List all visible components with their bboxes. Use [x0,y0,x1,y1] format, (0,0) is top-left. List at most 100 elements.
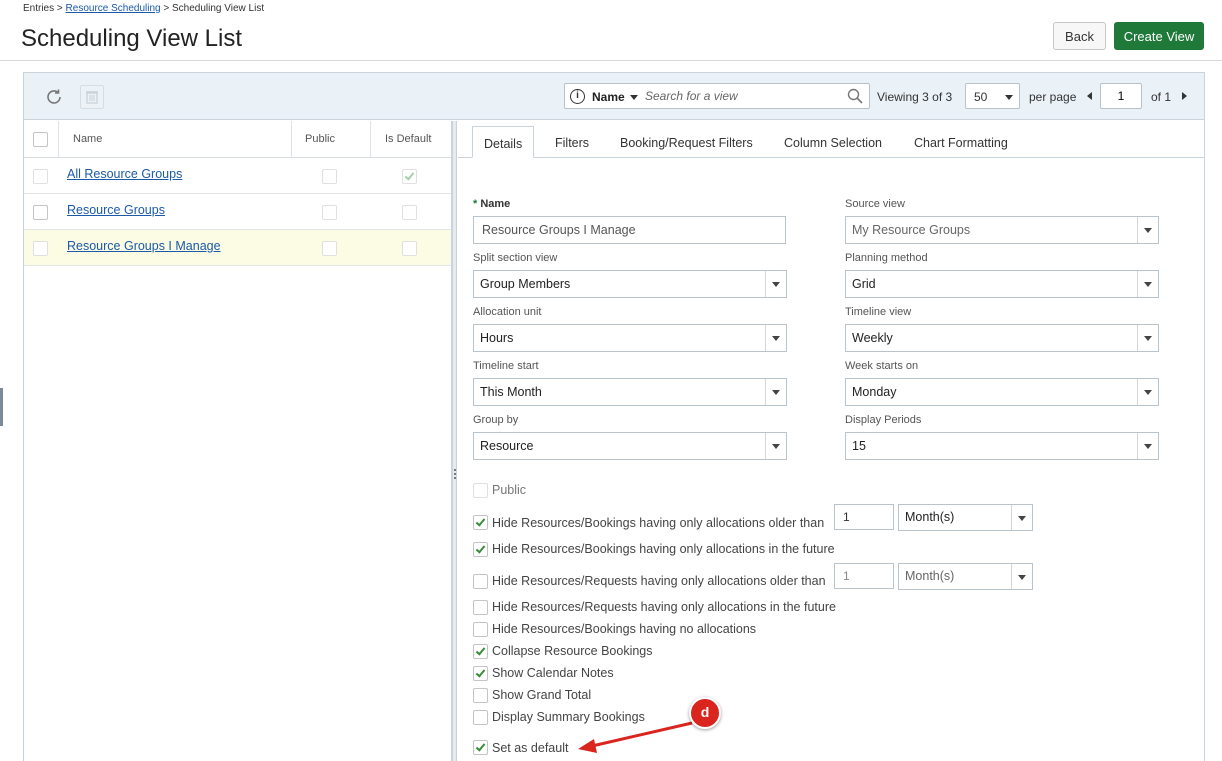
hide-requests-older-checkbox[interactable] [473,574,488,589]
chevron-down-icon[interactable] [1137,379,1158,405]
breadcrumb-link-resource-scheduling[interactable]: Resource Scheduling [66,3,161,14]
hide-bookings-older-checkbox[interactable] [473,515,488,530]
panel-splitter[interactable] [452,121,457,761]
previous-page-icon[interactable] [1087,92,1092,100]
view-link[interactable]: Resource Groups I Manage [67,239,221,253]
breadcrumb-current: Scheduling View List [172,3,265,14]
row-checkbox[interactable] [33,205,48,220]
page-title: Scheduling View List [21,25,243,52]
refresh-icon[interactable] [44,87,64,107]
chevron-down-icon[interactable] [765,433,786,459]
table-row-selected[interactable]: Resource Groups I Manage [24,230,451,266]
list-header: Name Public Is Default [24,121,451,158]
group-by-select[interactable]: Resource [473,432,787,460]
back-button[interactable]: Back [1053,22,1106,50]
chevron-down-icon[interactable] [1137,433,1158,459]
chevron-down-icon[interactable] [765,271,786,297]
search-input[interactable] [645,87,845,105]
planning-method-select[interactable]: Grid [845,270,1159,298]
public-checkbox [322,241,337,256]
planning-method-label: Planning method [845,252,928,264]
tab-filters[interactable]: Filters [555,126,589,158]
per-page-select[interactable]: 50 [965,83,1020,109]
hide-bookings-future-checkbox[interactable] [473,542,488,557]
tab-booking-request-filters[interactable]: Booking/Request Filters [620,126,753,158]
timeline-view-select[interactable]: Weekly [845,324,1159,352]
bookings-older-unit-select[interactable]: Month(s) [898,504,1033,531]
search-field-selector[interactable]: Name [592,90,625,104]
column-header-name[interactable]: Name [73,133,102,145]
hide-no-allocations-checkbox[interactable] [473,622,488,637]
display-summary-checkbox[interactable] [473,710,488,725]
delete-button[interactable] [80,85,104,109]
week-starts-select[interactable]: Monday [845,378,1159,406]
table-row[interactable]: All Resource Groups [24,158,451,194]
check-icon [475,543,486,554]
per-page-value: 50 [974,90,988,104]
side-edge-handle[interactable] [0,388,3,426]
chevron-down-icon[interactable] [1011,505,1032,530]
search-icon[interactable] [847,88,863,104]
display-periods-value: 15 [852,439,866,453]
allocation-unit-select[interactable]: Hours [473,324,787,352]
tab-column-selection[interactable]: Column Selection [784,126,882,158]
chevron-down-icon[interactable] [1011,564,1032,589]
column-header-public[interactable]: Public [305,133,335,145]
chevron-down-icon[interactable] [630,95,638,100]
requests-older-unit-select[interactable]: Month(s) [898,563,1033,590]
split-section-value: Group Members [480,277,571,291]
hide-requests-future-label: Hide Resources/Requests having only allo… [492,600,836,614]
tab-chart-formatting[interactable]: Chart Formatting [914,126,1008,158]
name-input[interactable]: Resource Groups I Manage [473,216,786,244]
detail-tabs: Details Filters Booking/Request Filters … [458,121,1205,158]
chevron-down-icon[interactable] [1137,217,1158,243]
split-section-select[interactable]: Group Members [473,270,787,298]
planning-method-value: Grid [852,277,876,291]
hide-requests-future-checkbox[interactable] [473,600,488,615]
chevron-down-icon[interactable] [1137,271,1158,297]
show-calendar-notes-checkbox[interactable] [473,666,488,681]
timeline-start-value: This Month [480,385,542,399]
timeline-view-value: Weekly [852,331,893,345]
requests-older-number-input[interactable]: 1 [834,563,894,589]
display-periods-select[interactable]: 15 [845,432,1159,460]
trash-icon [86,91,98,104]
per-page-label: per page [1029,90,1077,104]
select-all-checkbox[interactable] [33,132,48,147]
next-page-icon[interactable] [1182,92,1187,100]
set-as-default-checkbox[interactable] [473,740,488,755]
chevron-down-icon[interactable] [765,379,786,405]
row-checkbox[interactable] [33,241,48,256]
column-header-is-default[interactable]: Is Default [385,133,431,145]
source-view-select[interactable]: My Resource Groups [845,216,1159,244]
table-row[interactable]: Resource Groups [24,194,451,230]
row-checkbox[interactable] [33,169,48,184]
public-checkbox [322,169,337,184]
collapse-bookings-checkbox[interactable] [473,644,488,659]
view-link[interactable]: All Resource Groups [67,167,182,181]
drag-handle-icon[interactable] [454,469,456,479]
page-number-input[interactable] [1100,83,1142,109]
timeline-start-select[interactable]: This Month [473,378,787,406]
create-view-button[interactable]: Create View [1114,22,1204,50]
tab-details[interactable]: Details [472,126,535,158]
column-divider [370,121,371,158]
hide-no-allocations-label: Hide Resources/Bookings having no alloca… [492,622,757,636]
breadcrumb-separator: > [163,3,170,14]
source-view-value: My Resource Groups [852,223,971,237]
chevron-down-icon[interactable] [1137,325,1158,351]
source-view-label: Source view [845,198,905,210]
column-divider [58,121,59,158]
show-calendar-notes-label: Show Calendar Notes [492,666,614,680]
show-grand-total-checkbox[interactable] [473,688,488,703]
bookings-older-number-input[interactable]: 1 [834,504,894,530]
info-icon[interactable]: i [570,89,585,104]
chevron-down-icon[interactable] [765,325,786,351]
annotation-badge: d [689,697,721,729]
check-icon [475,741,486,752]
toolbar: i Name Viewing 3 of 3 50 per page of 1 [24,73,1204,120]
week-starts-value: Monday [852,385,897,399]
view-link[interactable]: Resource Groups [67,203,165,217]
header-divider [0,60,1222,61]
week-starts-label: Week starts on [845,360,919,372]
